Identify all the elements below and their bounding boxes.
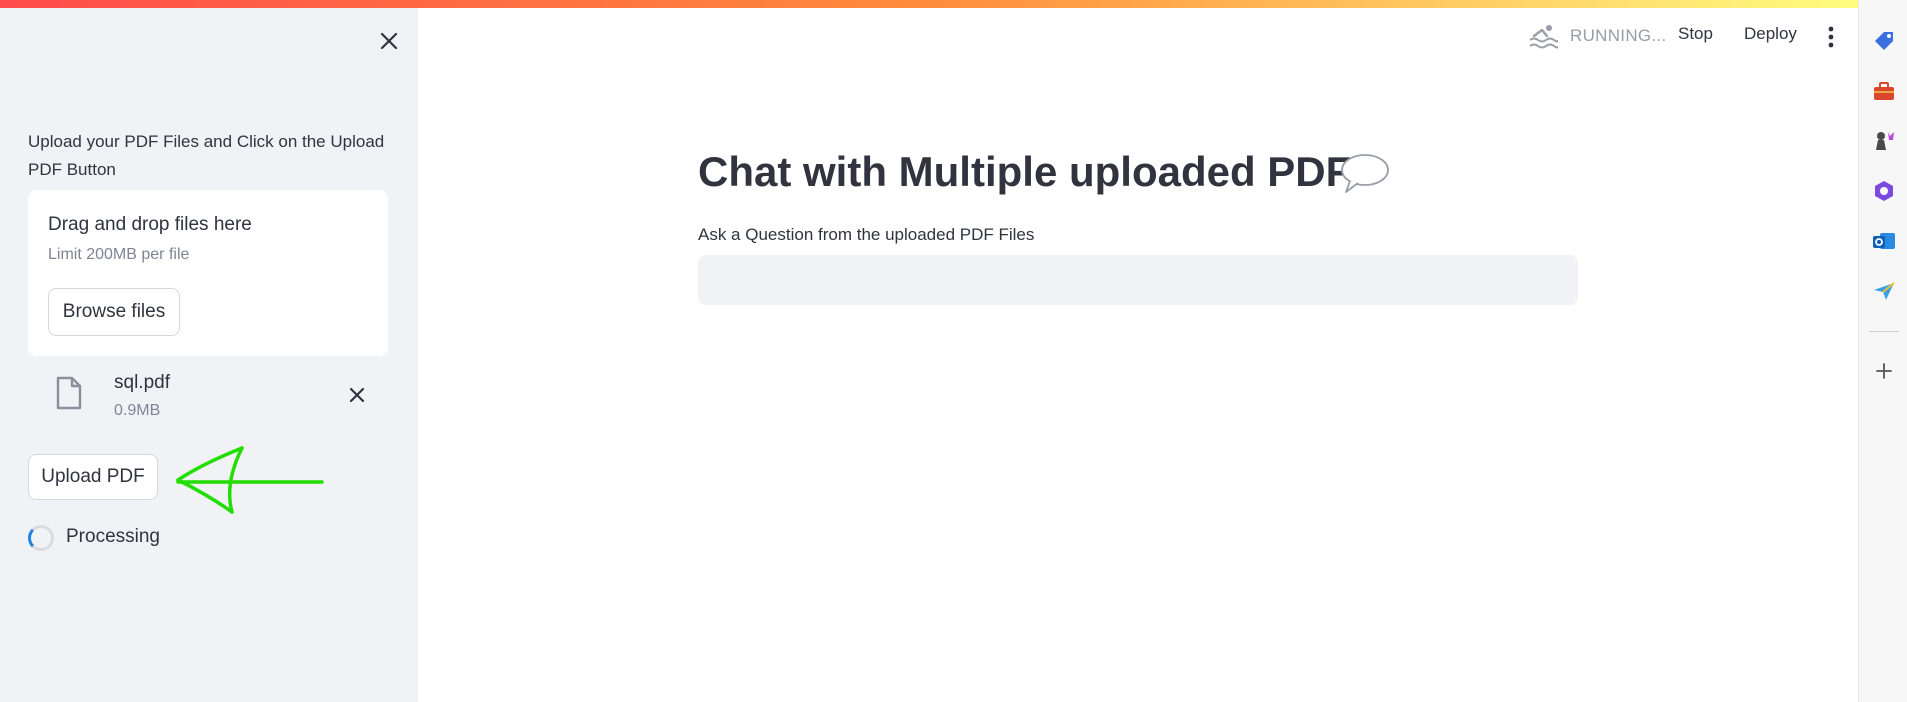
dropzone-limit: Limit 200MB per file [48, 246, 190, 263]
tag-icon[interactable] [1871, 28, 1897, 54]
send-icon[interactable] [1871, 278, 1897, 304]
running-status: RUNNING... [1570, 26, 1667, 45]
chess-icon[interactable] [1871, 128, 1897, 154]
file-name: sql.pdf [114, 372, 170, 393]
swimmer-icon [1529, 25, 1558, 49]
top-decoration-stripe [0, 0, 1858, 8]
plus-icon[interactable] [1871, 358, 1897, 384]
upload-instructions: Upload your PDF Files and Click on the U… [28, 132, 385, 179]
sidebar-close-icon[interactable] [374, 26, 404, 56]
toolbox-icon[interactable] [1871, 78, 1897, 104]
question-input[interactable] [698, 255, 1578, 305]
processing-spinner-icon [28, 525, 54, 551]
uploaded-file-item: sql.pdf 0.9MB [28, 366, 388, 428]
file-icon [56, 376, 82, 410]
page-title: Chat with Multiple uploaded PDF [698, 148, 1352, 195]
dropzone-title: Drag and drop files here [48, 214, 252, 235]
stop-button[interactable]: Stop [1678, 24, 1713, 44]
file-dropzone[interactable]: Drag and drop files here Limit 200MB per… [28, 190, 388, 356]
sidebar: Upload your PDF Files and Click on the U… [0, 0, 418, 702]
browser-sidebar-strip [1858, 0, 1907, 702]
kebab-menu-icon[interactable] [1820, 24, 1842, 50]
speech-bubble-icon [1341, 154, 1389, 193]
deploy-button[interactable]: Deploy [1744, 24, 1797, 44]
question-label: Ask a Question from the uploaded PDF Fil… [698, 225, 1035, 244]
strip-divider [1869, 331, 1899, 332]
copilot-icon[interactable] [1871, 178, 1897, 204]
remove-file-icon[interactable] [344, 382, 370, 408]
arrow-annotation-icon [176, 446, 324, 514]
outlook-icon[interactable] [1871, 228, 1897, 254]
browse-files-button[interactable]: Browse files [48, 288, 180, 336]
upload-pdf-button[interactable]: Upload PDF [28, 454, 158, 500]
processing-status: Processing [66, 526, 160, 547]
file-size: 0.9MB [114, 402, 161, 419]
